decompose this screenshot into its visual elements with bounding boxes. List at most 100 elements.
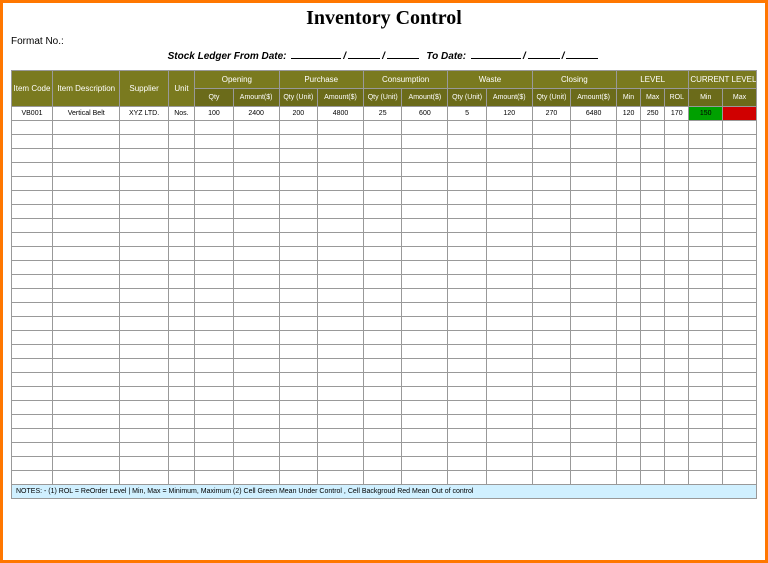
empty-cell[interactable] bbox=[233, 149, 279, 163]
empty-cell[interactable] bbox=[617, 177, 641, 191]
empty-cell[interactable] bbox=[52, 233, 120, 247]
empty-cell[interactable] bbox=[120, 303, 168, 317]
empty-cell[interactable] bbox=[486, 401, 532, 415]
empty-cell[interactable] bbox=[402, 345, 448, 359]
empty-cell[interactable] bbox=[402, 457, 448, 471]
empty-cell[interactable] bbox=[52, 317, 120, 331]
empty-cell[interactable] bbox=[120, 401, 168, 415]
empty-cell[interactable] bbox=[689, 205, 723, 219]
empty-cell[interactable] bbox=[318, 135, 364, 149]
empty-cell[interactable] bbox=[723, 457, 757, 471]
empty-cell[interactable] bbox=[168, 261, 195, 275]
empty-cell[interactable] bbox=[279, 191, 318, 205]
empty-cell[interactable] bbox=[233, 191, 279, 205]
empty-cell[interactable] bbox=[12, 121, 53, 135]
empty-cell[interactable] bbox=[363, 303, 402, 317]
empty-cell[interactable] bbox=[318, 471, 364, 485]
empty-cell[interactable] bbox=[318, 247, 364, 261]
empty-cell[interactable] bbox=[52, 247, 120, 261]
empty-cell[interactable] bbox=[532, 121, 571, 135]
empty-cell[interactable] bbox=[363, 471, 402, 485]
empty-cell[interactable] bbox=[12, 205, 53, 219]
empty-cell[interactable] bbox=[689, 331, 723, 345]
empty-cell[interactable] bbox=[279, 177, 318, 191]
empty-cell[interactable] bbox=[279, 317, 318, 331]
empty-cell[interactable] bbox=[195, 233, 234, 247]
empty-cell[interactable] bbox=[723, 261, 757, 275]
empty-cell[interactable] bbox=[52, 359, 120, 373]
empty-cell[interactable] bbox=[402, 121, 448, 135]
empty-cell[interactable] bbox=[120, 177, 168, 191]
empty-cell[interactable] bbox=[168, 359, 195, 373]
empty-cell[interactable] bbox=[168, 373, 195, 387]
empty-cell[interactable] bbox=[689, 359, 723, 373]
empty-cell[interactable] bbox=[12, 331, 53, 345]
empty-cell[interactable] bbox=[363, 317, 402, 331]
empty-cell[interactable] bbox=[571, 289, 617, 303]
empty-cell[interactable] bbox=[448, 331, 487, 345]
empty-cell[interactable] bbox=[486, 163, 532, 177]
empty-cell[interactable] bbox=[486, 219, 532, 233]
from-date-field-3[interactable] bbox=[387, 58, 419, 59]
empty-cell[interactable] bbox=[665, 387, 689, 401]
cell-supplier[interactable]: XYZ LTD. bbox=[120, 107, 168, 121]
empty-cell[interactable] bbox=[617, 471, 641, 485]
empty-cell[interactable] bbox=[279, 219, 318, 233]
empty-cell[interactable] bbox=[52, 205, 120, 219]
empty-cell[interactable] bbox=[195, 401, 234, 415]
empty-cell[interactable] bbox=[723, 233, 757, 247]
empty-cell[interactable] bbox=[665, 345, 689, 359]
empty-cell[interactable] bbox=[279, 247, 318, 261]
empty-cell[interactable] bbox=[665, 401, 689, 415]
empty-cell[interactable] bbox=[52, 149, 120, 163]
empty-cell[interactable] bbox=[402, 177, 448, 191]
empty-cell[interactable] bbox=[689, 401, 723, 415]
empty-cell[interactable] bbox=[617, 387, 641, 401]
empty-cell[interactable] bbox=[195, 247, 234, 261]
empty-cell[interactable] bbox=[52, 345, 120, 359]
empty-cell[interactable] bbox=[617, 289, 641, 303]
empty-cell[interactable] bbox=[532, 401, 571, 415]
empty-cell[interactable] bbox=[120, 205, 168, 219]
empty-cell[interactable] bbox=[641, 317, 665, 331]
empty-cell[interactable] bbox=[723, 345, 757, 359]
empty-cell[interactable] bbox=[279, 205, 318, 219]
empty-cell[interactable] bbox=[641, 471, 665, 485]
empty-cell[interactable] bbox=[486, 457, 532, 471]
empty-cell[interactable] bbox=[52, 401, 120, 415]
empty-cell[interactable] bbox=[532, 345, 571, 359]
empty-cell[interactable] bbox=[195, 373, 234, 387]
empty-cell[interactable] bbox=[233, 471, 279, 485]
empty-cell[interactable] bbox=[486, 415, 532, 429]
empty-cell[interactable] bbox=[641, 345, 665, 359]
empty-cell[interactable] bbox=[571, 401, 617, 415]
empty-cell[interactable] bbox=[318, 387, 364, 401]
empty-cell[interactable] bbox=[689, 191, 723, 205]
empty-cell[interactable] bbox=[689, 149, 723, 163]
empty-cell[interactable] bbox=[665, 275, 689, 289]
empty-cell[interactable] bbox=[402, 163, 448, 177]
cell-cur-min[interactable]: 150 bbox=[689, 107, 723, 121]
empty-cell[interactable] bbox=[689, 289, 723, 303]
empty-cell[interactable] bbox=[402, 135, 448, 149]
empty-cell[interactable] bbox=[723, 135, 757, 149]
empty-cell[interactable] bbox=[168, 387, 195, 401]
empty-cell[interactable] bbox=[233, 303, 279, 317]
empty-cell[interactable] bbox=[233, 345, 279, 359]
empty-cell[interactable] bbox=[532, 247, 571, 261]
empty-cell[interactable] bbox=[195, 149, 234, 163]
empty-cell[interactable] bbox=[52, 275, 120, 289]
empty-cell[interactable] bbox=[120, 149, 168, 163]
empty-cell[interactable] bbox=[723, 331, 757, 345]
empty-cell[interactable] bbox=[641, 331, 665, 345]
empty-cell[interactable] bbox=[120, 317, 168, 331]
empty-cell[interactable] bbox=[723, 303, 757, 317]
empty-cell[interactable] bbox=[571, 387, 617, 401]
empty-cell[interactable] bbox=[12, 457, 53, 471]
empty-cell[interactable] bbox=[52, 387, 120, 401]
empty-cell[interactable] bbox=[52, 471, 120, 485]
empty-cell[interactable] bbox=[233, 121, 279, 135]
empty-cell[interactable] bbox=[617, 205, 641, 219]
empty-cell[interactable] bbox=[363, 191, 402, 205]
empty-cell[interactable] bbox=[617, 373, 641, 387]
